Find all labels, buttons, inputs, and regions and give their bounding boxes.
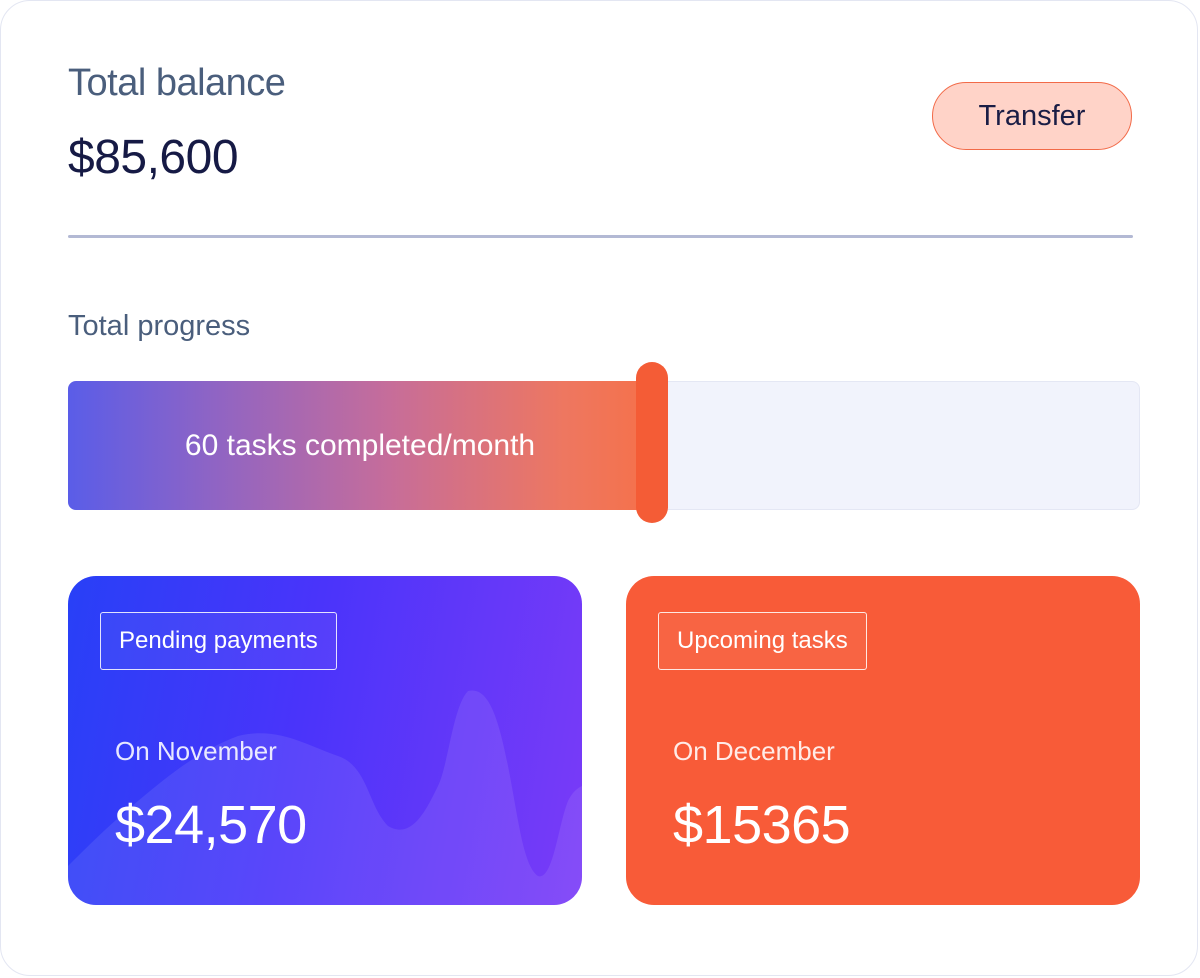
pending-payments-amount: $24,570 [115,795,307,855]
pending-payments-badge[interactable]: Pending payments [100,612,337,670]
total-balance-value: $85,600 [68,131,239,184]
pending-payments-card[interactable]: Pending payments On November $24,570 [68,576,582,905]
transfer-button[interactable]: Transfer [932,82,1132,150]
progress-fill: 60 tasks completed/month [68,381,652,510]
divider [68,235,1133,238]
progress-text: 60 tasks completed/month [184,428,536,462]
upcoming-tasks-amount: $15365 [673,795,851,855]
total-balance-label: Total balance [68,62,286,104]
upcoming-tasks-badge[interactable]: Upcoming tasks [658,612,867,670]
total-progress-label: Total progress [68,310,251,342]
upcoming-tasks-period: On December [673,736,835,766]
upcoming-tasks-card[interactable]: Upcoming tasks On December $15365 [626,576,1140,905]
progress-handle[interactable] [636,362,668,523]
pending-payments-period: On November [115,736,277,766]
